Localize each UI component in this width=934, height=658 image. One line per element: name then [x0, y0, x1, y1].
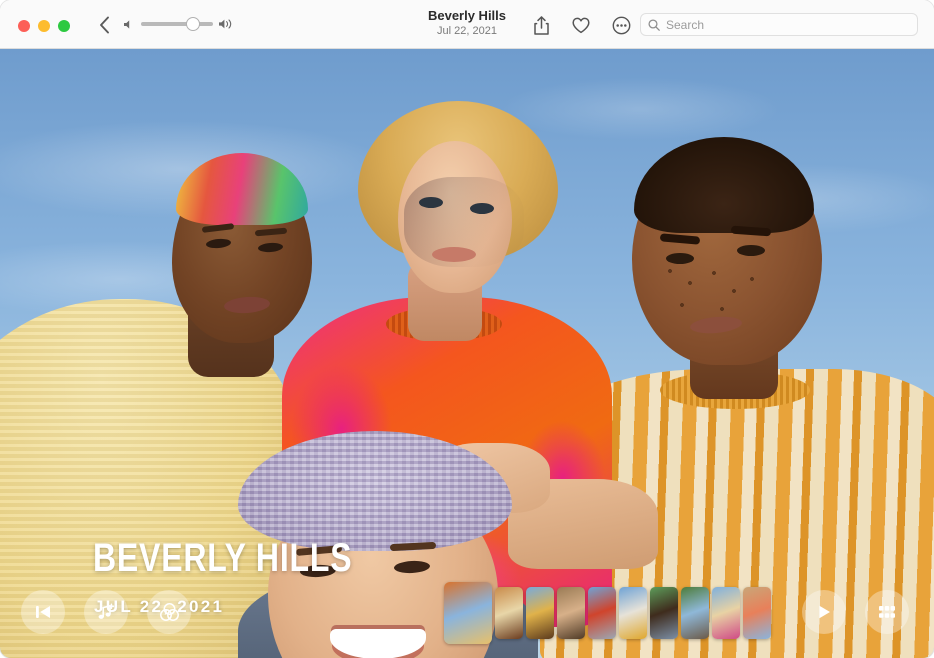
- filmstrip-thumbnail[interactable]: [650, 587, 678, 639]
- filmstrip[interactable]: [444, 587, 771, 644]
- person-right-eye-right: [737, 245, 765, 256]
- speaker-high-icon: [219, 18, 234, 30]
- memory-title-overlay: BEVERLY HILLS: [93, 536, 352, 581]
- add-music-button[interactable]: [84, 590, 128, 634]
- ellipsis-circle-icon: [612, 16, 631, 35]
- search-icon: [648, 19, 660, 31]
- filmstrip-thumbnail[interactable]: [743, 587, 771, 639]
- traffic-lights: [18, 20, 70, 32]
- filmstrip-thumbnail[interactable]: [526, 587, 554, 639]
- toolbar-actions: [530, 14, 632, 36]
- volume-control[interactable]: [124, 18, 234, 30]
- heart-icon: [572, 17, 590, 34]
- filmstrip-thumbnail[interactable]: [557, 587, 585, 639]
- filmstrip-thumbnail[interactable]: [588, 587, 616, 639]
- search-input[interactable]: Search: [666, 18, 704, 32]
- person-center-eye-left: [419, 197, 443, 208]
- grid-icon: [878, 604, 896, 620]
- favorite-button[interactable]: [570, 14, 592, 36]
- search-field[interactable]: Search: [640, 13, 918, 36]
- person-center-lips: [432, 247, 476, 262]
- grid-view-button[interactable]: [865, 590, 909, 634]
- share-button[interactable]: [530, 14, 552, 36]
- play-icon: [815, 603, 833, 621]
- filters-button[interactable]: [147, 590, 191, 634]
- more-options-button[interactable]: [610, 14, 632, 36]
- previous-button[interactable]: [21, 590, 65, 634]
- memory-photo[interactable]: BEVERLY HILLS JUL 22, 2021: [0, 49, 934, 658]
- speaker-low-icon: [124, 19, 135, 30]
- volume-slider-track[interactable]: [141, 22, 213, 26]
- back-button[interactable]: [94, 14, 114, 36]
- minimize-window-button[interactable]: [38, 20, 50, 32]
- filmstrip-thumbnail-current[interactable]: [444, 582, 492, 644]
- person-right-eye-left: [666, 253, 694, 264]
- music-note-plus-icon: [96, 602, 116, 622]
- filmstrip-thumbnail[interactable]: [495, 587, 523, 639]
- overlapping-circles-icon: [159, 602, 180, 623]
- photos-memory-window: Beverly Hills Jul 22, 2021: [0, 0, 934, 658]
- chevron-left-icon: [99, 16, 110, 34]
- person-center-eye-right: [470, 203, 494, 214]
- toolbar: Beverly Hills Jul 22, 2021: [0, 0, 934, 49]
- filmstrip-thumbnail[interactable]: [712, 587, 740, 639]
- share-icon: [534, 16, 549, 35]
- close-window-button[interactable]: [18, 20, 30, 32]
- maximize-window-button[interactable]: [58, 20, 70, 32]
- filmstrip-thumbnail[interactable]: [619, 587, 647, 639]
- play-button[interactable]: [802, 590, 846, 634]
- volume-slider-knob[interactable]: [186, 17, 200, 31]
- filmstrip-thumbnail[interactable]: [681, 587, 709, 639]
- skip-back-icon: [34, 603, 52, 621]
